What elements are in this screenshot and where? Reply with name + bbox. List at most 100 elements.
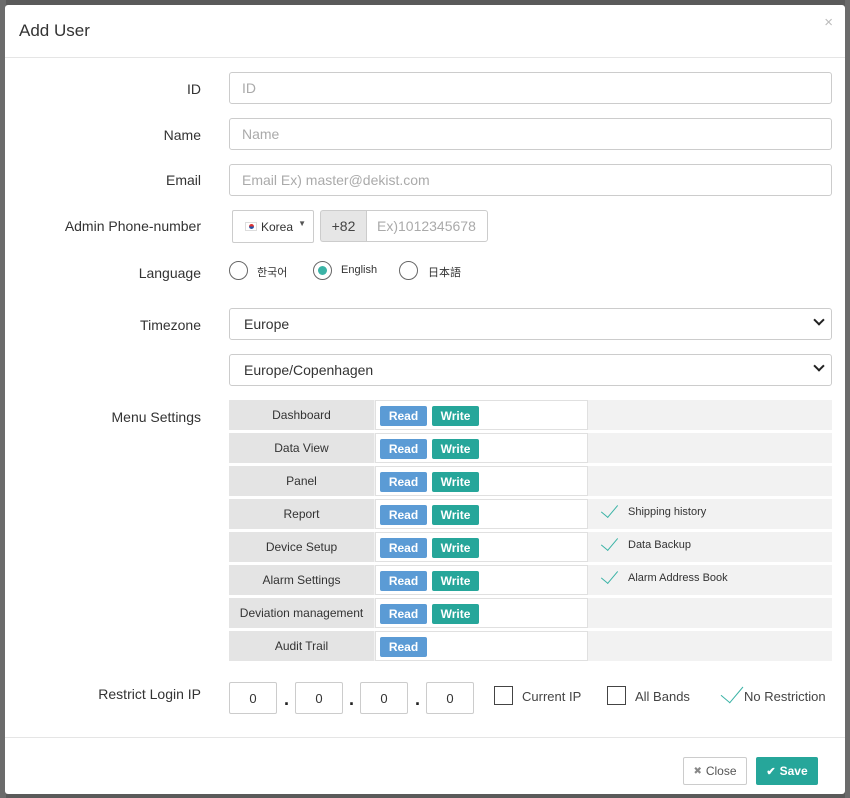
no-restriction-label: No Restriction xyxy=(744,689,826,704)
name-label: Name xyxy=(163,127,201,143)
menu-name: Data View xyxy=(229,433,374,463)
read-toggle[interactable]: Read xyxy=(380,439,427,459)
save-button[interactable]: ✔ Save xyxy=(756,757,818,785)
ip-octet-input[interactable]: 0 xyxy=(360,682,408,714)
no-restriction-check-icon[interactable] xyxy=(720,679,744,704)
language-option-label: English xyxy=(341,264,378,276)
caret-down-icon: ▼ xyxy=(298,219,306,228)
language-radio-english[interactable] xyxy=(313,261,332,280)
modal-header: Add User × xyxy=(5,5,845,58)
menu-row-panel: Panel Read Write xyxy=(229,466,832,496)
timezone-region-value: Europe xyxy=(244,316,290,332)
close-button[interactable]: ✖ Close xyxy=(683,757,747,785)
menu-row-alarm-settings: Alarm Settings Read Write Alarm Address … xyxy=(229,565,832,595)
close-icon: ✖ xyxy=(693,765,702,777)
menu-name: Report xyxy=(229,499,374,529)
language-option-label: 日本語 xyxy=(428,267,461,279)
timezone-label: Timezone xyxy=(140,317,201,333)
check-icon xyxy=(600,499,619,519)
chevron-down-icon xyxy=(813,314,825,326)
close-button-label: Close xyxy=(705,764,737,778)
check-icon xyxy=(600,565,619,585)
write-toggle[interactable]: Write xyxy=(432,604,479,624)
extra-option-label: Shipping history xyxy=(628,506,707,518)
phone-input[interactable] xyxy=(366,210,488,242)
permission-cell: Read Write xyxy=(375,433,588,463)
data-backup-option[interactable]: Data Backup xyxy=(599,532,691,552)
extra-option-label: Data Backup xyxy=(628,539,691,551)
menu-row-dashboard: Dashboard Read Write xyxy=(229,400,832,430)
check-icon: ✔ xyxy=(766,765,776,778)
current-ip-checkbox[interactable] xyxy=(494,686,513,705)
menu-settings-label: Menu Settings xyxy=(111,409,202,425)
permission-cell: Read xyxy=(375,631,588,661)
timezone-zone-value: Europe/Copenhagen xyxy=(244,362,374,378)
menu-row-device-setup: Device Setup Read Write Data Backup xyxy=(229,532,832,562)
dial-code: +82 xyxy=(320,210,366,242)
read-toggle[interactable]: Read xyxy=(380,538,427,558)
add-user-modal: Add User × ID Name Email Admin Phone-num… xyxy=(5,5,845,794)
read-toggle[interactable]: Read xyxy=(380,406,427,426)
menu-name: Dashboard xyxy=(229,400,374,430)
extra-option-label: Alarm Address Book xyxy=(628,572,728,584)
timezone-region-select[interactable]: Europe xyxy=(229,308,832,340)
read-toggle[interactable]: Read xyxy=(380,571,427,591)
all-bands-checkbox[interactable] xyxy=(607,686,626,705)
ip-separator: . xyxy=(284,689,290,709)
read-toggle[interactable]: Read xyxy=(380,505,427,525)
write-toggle[interactable]: Write xyxy=(432,472,479,492)
write-toggle[interactable]: Write xyxy=(432,505,479,525)
menu-name: Alarm Settings xyxy=(229,565,374,595)
menu-name: Panel xyxy=(229,466,374,496)
korea-flag-icon xyxy=(245,222,257,231)
backdrop xyxy=(845,0,850,798)
menu-row-data-view: Data View Read Write xyxy=(229,433,832,463)
alarm-address-book-option[interactable]: Alarm Address Book xyxy=(599,565,728,585)
write-toggle[interactable]: Write xyxy=(432,538,479,558)
shipping-history-option[interactable]: Shipping history xyxy=(599,499,707,519)
language-radio-japanese[interactable] xyxy=(399,261,418,280)
phone-label: Admin Phone-number xyxy=(64,218,201,234)
permission-cell: Read Write xyxy=(375,499,588,529)
menu-row-deviation-management: Deviation management Read Write xyxy=(229,598,832,628)
save-button-label: Save xyxy=(779,764,808,778)
menu-row-report: Report Read Write Shipping history xyxy=(229,499,832,529)
country-select[interactable]: Korea ▼ xyxy=(232,210,314,243)
modal-footer: ✖ Close ✔ Save xyxy=(5,737,845,794)
language-radio-korean[interactable] xyxy=(229,261,248,280)
name-input[interactable] xyxy=(229,118,832,150)
ip-octet-input[interactable]: 0 xyxy=(229,682,277,714)
menu-row-audit-trail: Audit Trail Read xyxy=(229,631,832,661)
permission-cell: Read Write xyxy=(375,598,588,628)
menu-name: Device Setup xyxy=(229,532,374,562)
menu-name: Audit Trail xyxy=(229,631,374,661)
id-input[interactable] xyxy=(229,72,832,104)
current-ip-label: Current IP xyxy=(522,689,582,704)
all-bands-label: All Bands xyxy=(635,689,690,704)
language-option-label: 한국어 xyxy=(257,267,288,279)
read-toggle[interactable]: Read xyxy=(380,472,427,492)
write-toggle[interactable]: Write xyxy=(432,439,479,459)
restrict-ip-label: Restrict Login IP xyxy=(98,686,201,702)
permission-cell: Read Write xyxy=(375,466,588,496)
permission-cell: Read Write xyxy=(375,532,588,562)
country-name: Korea xyxy=(261,219,294,234)
chevron-down-icon xyxy=(813,360,825,372)
ip-octet-input[interactable]: 0 xyxy=(295,682,343,714)
close-icon[interactable]: × xyxy=(824,14,833,31)
read-toggle[interactable]: Read xyxy=(380,604,427,624)
menu-name: Deviation management xyxy=(229,598,374,628)
timezone-zone-select[interactable]: Europe/Copenhagen xyxy=(229,354,832,386)
email-input[interactable] xyxy=(229,164,832,196)
ip-separator: . xyxy=(415,689,421,709)
ip-octet-input[interactable]: 0 xyxy=(426,682,474,714)
language-label: Language xyxy=(138,265,201,281)
write-toggle[interactable]: Write xyxy=(432,571,479,591)
email-label: Email xyxy=(165,172,201,188)
write-toggle[interactable]: Write xyxy=(432,406,479,426)
check-icon xyxy=(600,532,619,552)
modal-title: Add User xyxy=(19,21,90,40)
ip-separator: . xyxy=(349,689,355,709)
read-toggle[interactable]: Read xyxy=(380,637,427,657)
permission-cell: Read Write xyxy=(375,565,588,595)
